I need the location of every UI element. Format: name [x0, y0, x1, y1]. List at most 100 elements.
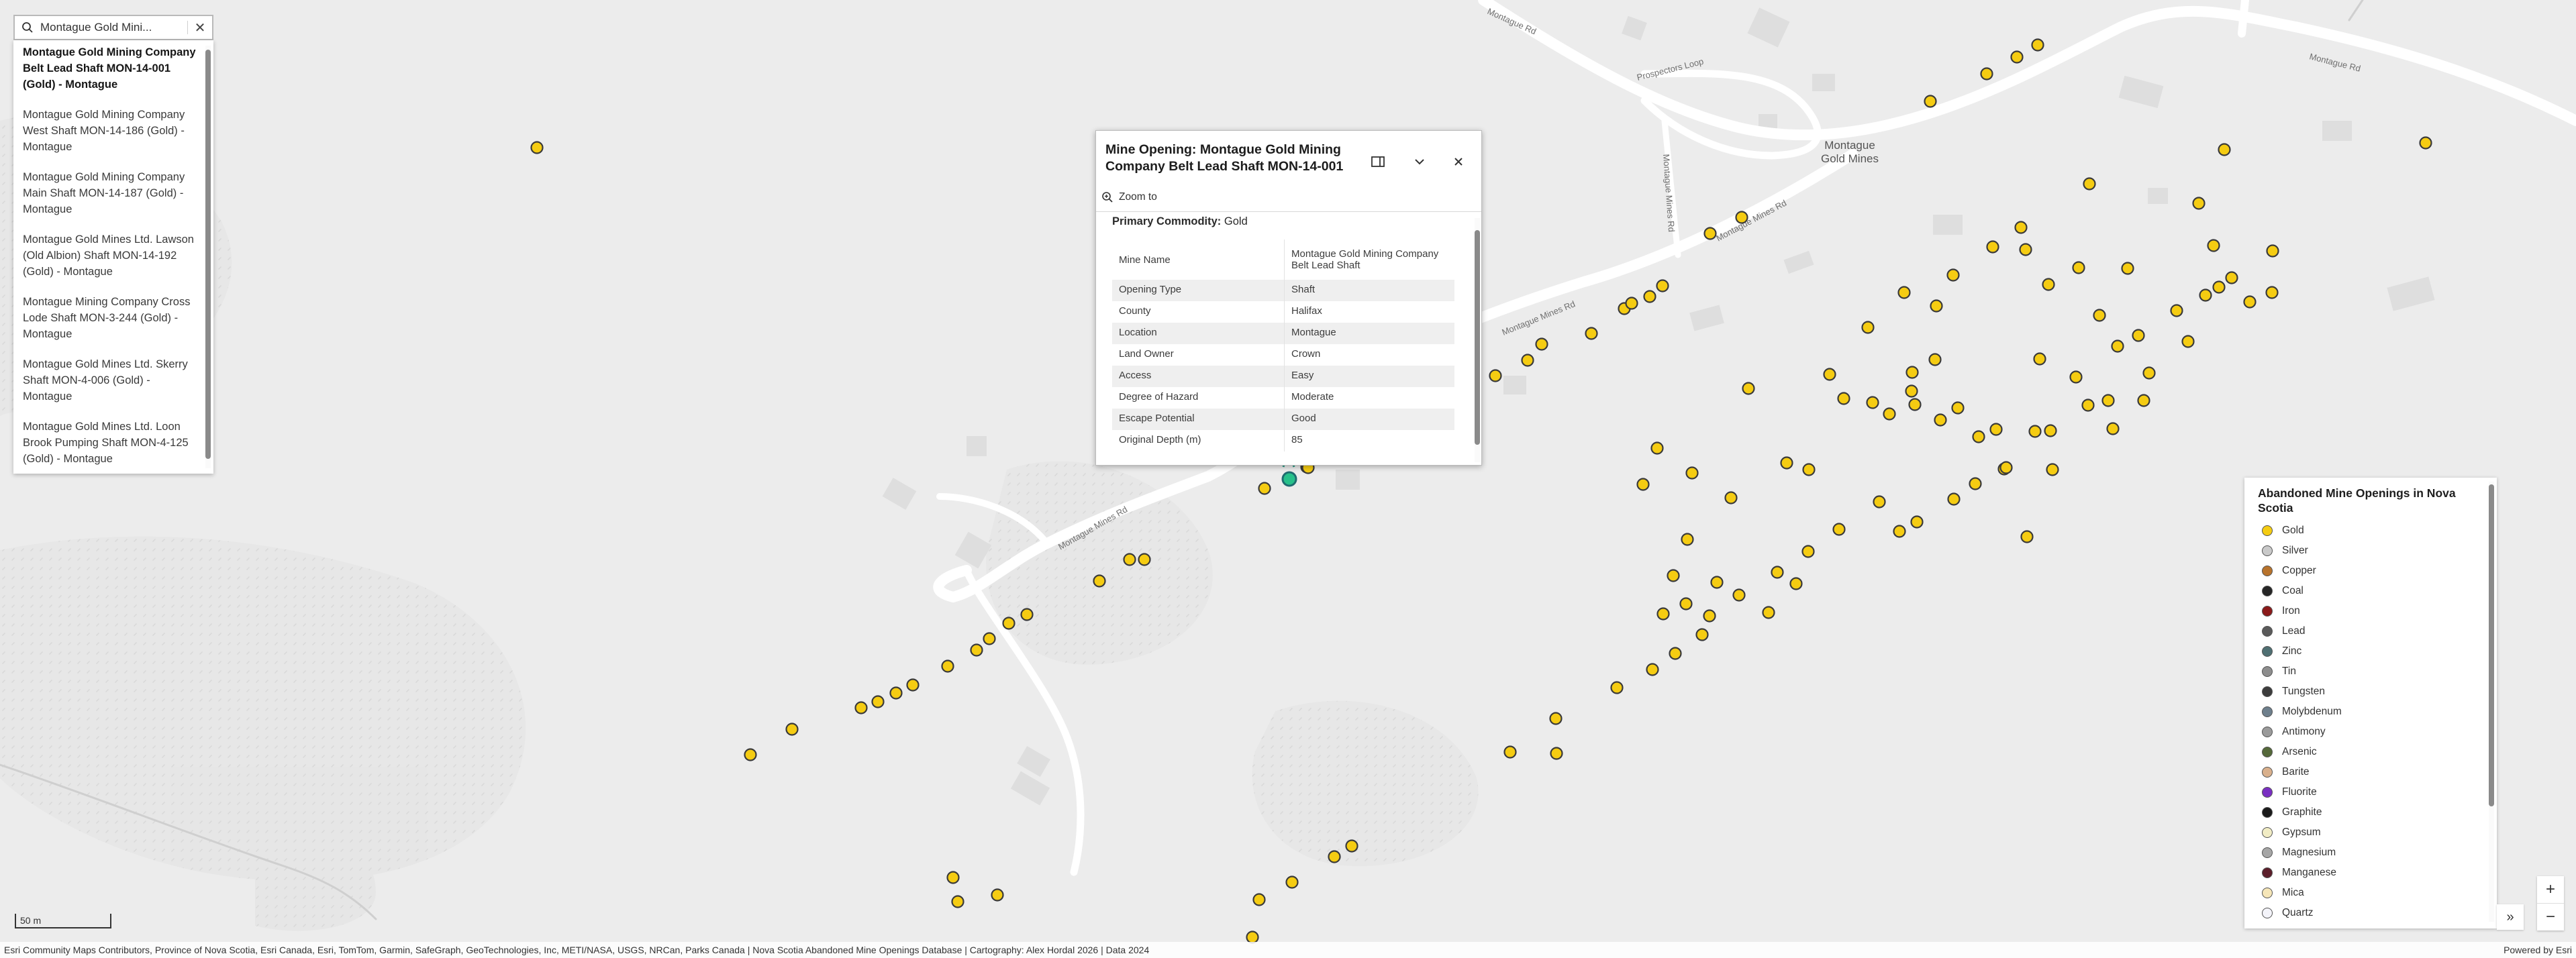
- mine-point: [2072, 261, 2085, 274]
- mine-point: [871, 695, 885, 708]
- legend-swatch: [2262, 525, 2273, 536]
- mine-point: [1999, 461, 2013, 474]
- attribute-label: Original Depth (m): [1112, 430, 1285, 451]
- suggestion-item[interactable]: Montague Gold Mining Company Belt Lead S…: [23, 40, 199, 103]
- suggestion-item[interactable]: Montague Gold Mines Ltd. Loon Brook Pump…: [23, 415, 199, 474]
- search-icon[interactable]: [15, 16, 40, 39]
- mine-point: [1969, 477, 1982, 490]
- mine-point: [1735, 211, 1748, 224]
- mine-point: [854, 701, 868, 714]
- mine-point: [2093, 309, 2106, 322]
- mine-point: [1980, 67, 1993, 81]
- legend-item: Mica: [2262, 883, 2342, 903]
- mine-point: [1695, 628, 1709, 641]
- mine-point: [1138, 553, 1151, 566]
- mine-point: [1685, 466, 1699, 480]
- mine-point: [1252, 893, 1266, 906]
- legend-label: Barite: [2282, 766, 2310, 778]
- attribute-value: Halifax: [1291, 305, 1322, 317]
- suggestion-item[interactable]: Montague Gold Mining Company Main Shaft …: [23, 165, 199, 227]
- feature-popup: Mine Opening: Montague Gold Mining Compa…: [1095, 130, 1482, 466]
- mine-point: [2031, 38, 2044, 52]
- mine-point: [983, 632, 996, 645]
- mine-point: [2046, 463, 2059, 476]
- mine-point: [1928, 353, 1942, 366]
- popup-scrollbar[interactable]: [1475, 218, 1480, 462]
- mine-point: [1643, 290, 1656, 303]
- powered-by[interactable]: Powered by Esri: [2504, 942, 2572, 958]
- mine-point: [1093, 574, 1106, 588]
- attribution-text: Esri Community Maps Contributors, Provin…: [4, 945, 1150, 955]
- legend-swatch: [2262, 847, 2273, 858]
- mine-point: [1930, 299, 1943, 313]
- place-label: Montague Gold Mines: [1821, 139, 1879, 165]
- legend-label: Magnesium: [2282, 847, 2336, 858]
- search-box[interactable]: Montague Gold Mini... ✕: [13, 15, 213, 40]
- zoom-to-button[interactable]: Zoom to: [1101, 191, 1157, 203]
- legend-item: Manganese: [2262, 863, 2342, 883]
- mine-point: [1258, 482, 1271, 495]
- legend-label: Molybdenum: [2282, 706, 2342, 717]
- suggestion-item[interactable]: Montague Gold Mining Company West Shaft …: [23, 103, 199, 165]
- attribute-row: Mine Name Montague Gold Mining Company Be…: [1112, 239, 1454, 280]
- mine-point: [2218, 143, 2231, 156]
- legend-label: Arsenic: [2282, 746, 2317, 757]
- legend-swatch: [2262, 767, 2273, 778]
- attribute-row: Land Owner Crown: [1112, 344, 1454, 366]
- search-input[interactable]: Montague Gold Mini...: [40, 21, 188, 34]
- dock-popup-icon[interactable]: [1367, 151, 1389, 172]
- mine-point: [1667, 569, 1680, 582]
- mine-point: [2019, 243, 2032, 256]
- zoom-in-button[interactable]: +: [2537, 876, 2564, 903]
- mine-point: [785, 723, 799, 736]
- zoom-controls: + −: [2537, 876, 2564, 930]
- mine-point: [1328, 850, 1341, 863]
- mine-point: [1710, 576, 1724, 589]
- mine-point: [2419, 136, 2432, 150]
- mine-point: [1789, 577, 1803, 590]
- expand-icon[interactable]: »: [2497, 904, 2524, 930]
- mine-point: [1883, 407, 1896, 421]
- mine-point: [2121, 262, 2134, 275]
- attribute-label: Escape Potential: [1112, 409, 1285, 430]
- mine-point: [1535, 337, 1548, 351]
- mine-point: [1742, 382, 1755, 395]
- legend-panel: Abandoned Mine Openings in Nova Scotia G…: [2244, 478, 2497, 928]
- legend-item: Coal: [2262, 581, 2342, 601]
- mine-point: [2028, 425, 2042, 438]
- close-popup-icon[interactable]: [1448, 151, 1469, 172]
- legend-swatch: [2262, 586, 2273, 596]
- mine-point: [2207, 239, 2220, 252]
- mine-point: [1681, 533, 1694, 546]
- legend-item: Fluorite: [2262, 782, 2342, 802]
- attribute-row: Location Montague: [1112, 323, 1454, 344]
- legend-scrollbar[interactable]: [2489, 482, 2494, 922]
- scale-bar: 50 m: [15, 914, 111, 928]
- suggestion-item[interactable]: Montague Gold Mines Ltd. Lawson (Old Alb…: [23, 227, 199, 290]
- mine-point: [951, 895, 964, 908]
- mine-point: [2142, 366, 2156, 380]
- suggestion-item[interactable]: Montague Gold Mines Ltd. Skerry Shaft MO…: [23, 352, 199, 415]
- attribute-value: Shaft: [1284, 280, 1454, 301]
- mine-point: [1345, 839, 1358, 853]
- zoom-out-button[interactable]: −: [2537, 903, 2564, 930]
- legend-item: Iron: [2262, 601, 2342, 621]
- legend-item: Quartz: [2262, 903, 2342, 923]
- attribute-row: Access Easy: [1112, 366, 1454, 387]
- legend-item: Gypsum: [2262, 822, 2342, 843]
- legend-label: Tin: [2282, 666, 2296, 677]
- mine-point: [1780, 456, 1793, 470]
- suggestion-item[interactable]: Montague Mining Company Cross Lode Shaft…: [23, 290, 199, 352]
- collapse-popup-icon[interactable]: [1409, 151, 1430, 172]
- search-suggestions: Montague Gold Mining Company Belt Lead S…: [13, 40, 213, 474]
- suggestions-scrollbar[interactable]: [205, 46, 211, 468]
- mine-point: [1123, 553, 1136, 566]
- clear-search-icon[interactable]: ✕: [188, 16, 212, 39]
- mine-point: [906, 678, 920, 692]
- mine-point: [2266, 244, 2279, 258]
- mine-point: [1934, 413, 1947, 427]
- mine-point: [1762, 606, 1775, 619]
- mine-point: [2014, 221, 2028, 234]
- mine-point: [970, 643, 983, 657]
- mine-point: [2170, 304, 2183, 317]
